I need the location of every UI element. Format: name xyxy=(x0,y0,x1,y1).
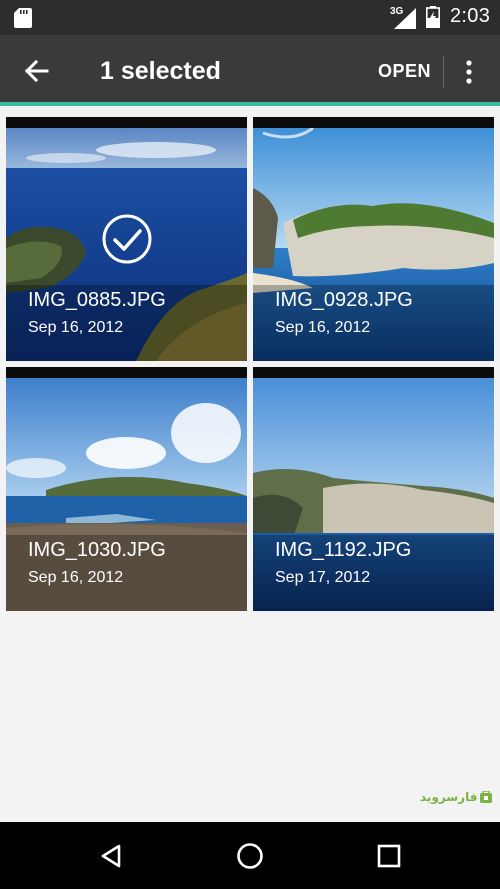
svg-text:3G: 3G xyxy=(390,6,404,17)
nav-recents-button[interactable] xyxy=(371,838,407,874)
action-divider xyxy=(443,56,444,88)
photo-tile[interactable]: IMG_1030.JPG Sep 16, 2012 xyxy=(6,367,247,611)
battery-charging-icon xyxy=(426,6,440,28)
action-bar-accent xyxy=(0,102,500,106)
photo-date: Sep 16, 2012 xyxy=(28,569,124,586)
recents-square-icon xyxy=(377,844,401,868)
watermark-logo-icon xyxy=(480,791,493,803)
watermark-text: فارسروید xyxy=(420,790,478,804)
photo-tile[interactable]: IMG_0885.JPG Sep 16, 2012 xyxy=(6,117,247,361)
selected-check-icon xyxy=(102,214,152,264)
open-button[interactable]: OPEN xyxy=(378,61,431,82)
back-triangle-icon xyxy=(101,844,121,868)
status-bar: 3G 2:03 xyxy=(0,0,500,35)
overflow-menu-icon xyxy=(466,60,472,84)
back-button[interactable] xyxy=(14,51,58,91)
back-arrow-icon xyxy=(24,59,49,83)
watermark: فارسروید xyxy=(420,790,493,804)
nav-back-button[interactable] xyxy=(93,838,129,874)
status-clock: 2:03 xyxy=(450,5,491,27)
photo-date: Sep 16, 2012 xyxy=(275,319,371,336)
cell-signal-icon: 3G xyxy=(390,6,416,29)
photo-tile[interactable]: IMG_0928.JPG Sep 16, 2012 xyxy=(253,117,494,361)
action-bar: 1 selected OPEN xyxy=(0,35,500,106)
photo-filename: IMG_1192.JPG xyxy=(275,539,412,561)
selection-count-title: 1 selected xyxy=(100,57,221,85)
system-nav-bar xyxy=(0,822,500,889)
photo-tile[interactable]: IMG_1192.JPG Sep 17, 2012 xyxy=(253,367,494,611)
home-circle-icon xyxy=(237,843,263,869)
photo-filename: IMG_1030.JPG xyxy=(28,539,166,561)
nav-home-button[interactable] xyxy=(232,838,268,874)
overflow-menu-button[interactable] xyxy=(454,53,484,91)
photo-date: Sep 16, 2012 xyxy=(28,319,124,336)
photo-date: Sep 17, 2012 xyxy=(275,569,371,586)
photo-filename: IMG_0928.JPG xyxy=(275,289,413,311)
photo-filename: IMG_0885.JPG xyxy=(28,289,166,311)
sd-card-icon xyxy=(14,8,32,28)
